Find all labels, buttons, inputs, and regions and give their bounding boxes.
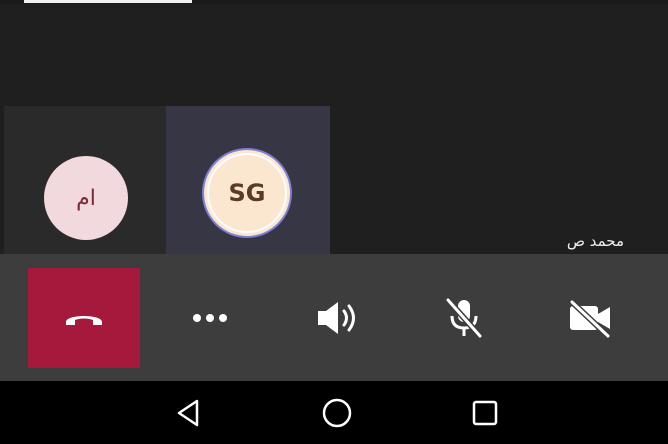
more-options-button[interactable] <box>160 268 260 368</box>
camera-button[interactable] <box>540 268 640 368</box>
call-screen: ام SG محمد ص <box>0 0 668 444</box>
progress-segment <box>24 0 192 3</box>
more-options-icon <box>193 314 227 322</box>
participant-tile-sg[interactable]: SG <box>166 106 330 254</box>
mic-off-icon <box>445 298 483 338</box>
mute-button[interactable] <box>414 268 514 368</box>
participant-avatar: SG <box>204 150 290 236</box>
avatar-initials: SG <box>228 179 266 207</box>
participant-avatar: ام <box>44 156 128 240</box>
camera-off-icon <box>569 299 611 338</box>
recents-icon <box>472 400 498 426</box>
home-icon <box>322 398 352 428</box>
speaker-icon <box>318 302 355 334</box>
participant-name-caption: محمد ص <box>566 232 624 250</box>
call-controls-bar <box>0 254 668 381</box>
back-icon <box>177 399 199 427</box>
phone-hangup-icon <box>66 316 102 325</box>
android-nav-bar <box>0 381 668 444</box>
nav-recents-button[interactable] <box>461 393 509 433</box>
participant-tile-am[interactable]: ام <box>4 106 166 254</box>
speaker-button[interactable] <box>288 268 388 368</box>
hangup-button[interactable] <box>28 268 140 368</box>
avatar-initials: ام <box>76 185 96 211</box>
nav-home-button[interactable] <box>313 393 361 433</box>
avatar-ring: SG <box>207 153 287 233</box>
nav-back-button[interactable] <box>164 393 212 433</box>
